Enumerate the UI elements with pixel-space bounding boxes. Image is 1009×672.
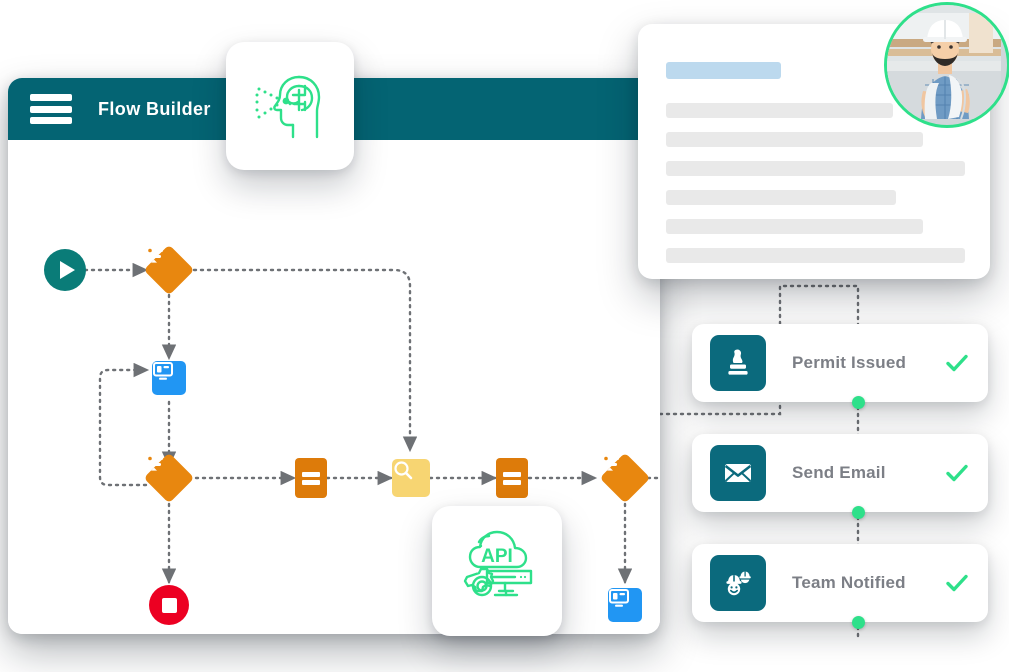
skeleton-line [666,248,965,263]
status-card-send-email[interactable]: Send Email [692,434,988,512]
flow-node-assignment-1[interactable] [295,458,327,498]
skeleton-line [666,190,896,205]
skeleton-line [666,161,965,176]
status-card-label: Team Notified [792,573,906,592]
skeleton-line [666,132,923,147]
decision-glyph-icon [601,455,619,471]
flow-node-lookup[interactable] [392,459,430,497]
hard-hat-team-icon [710,555,766,611]
screenshot-stage: Flow Builder API Permit Issued Send Emai… [0,0,1009,672]
connector-dot [852,616,865,629]
check-icon [946,354,968,372]
svg-text:API: API [481,546,513,567]
user-avatar[interactable] [884,2,1009,128]
flow-node-screen-2[interactable] [608,588,642,622]
flow-node-stop[interactable] [149,585,189,625]
flow-node-start[interactable] [44,249,86,291]
skeleton-line [666,219,923,234]
decision-glyph-icon [145,455,163,471]
form-screen-icon [153,362,173,380]
form-screen-icon [609,589,629,607]
status-card-team-notified[interactable]: Team Notified [692,544,988,622]
ai-feature-card[interactable] [226,42,354,170]
play-icon [60,261,75,279]
page-title: Flow Builder [98,98,211,119]
check-icon [946,464,968,482]
stop-icon [161,597,177,613]
hamburger-menu-icon[interactable] [30,94,72,124]
api-cloud-gear-icon: API [463,530,533,597]
connector-dot [852,396,865,409]
status-card-permit-issued[interactable]: Permit Issued [692,324,988,402]
equals-icon [503,469,521,488]
decision-glyph-icon [145,247,163,263]
search-icon [394,461,413,480]
flow-node-assignment-2[interactable] [496,458,528,498]
flow-node-decision-1[interactable] [143,244,195,296]
flow-node-screen-1[interactable] [152,361,186,395]
flow-canvas[interactable] [8,140,660,634]
check-icon [946,574,968,592]
flow-node-decision-3[interactable] [599,452,651,504]
flow-connectors [83,262,660,585]
worker-photo [887,5,1001,119]
stamp-icon [710,335,766,391]
envelope-icon [710,445,766,501]
skeleton-title-line [666,62,781,79]
ai-brain-head-icon [255,75,321,139]
equals-icon [302,469,320,488]
flow-node-decision-2[interactable] [143,452,195,504]
api-feature-card[interactable]: API [432,506,562,636]
skeleton-line [666,103,893,118]
status-card-label: Send Email [792,463,886,482]
connector-dot [852,506,865,519]
status-card-label: Permit Issued [792,353,907,372]
